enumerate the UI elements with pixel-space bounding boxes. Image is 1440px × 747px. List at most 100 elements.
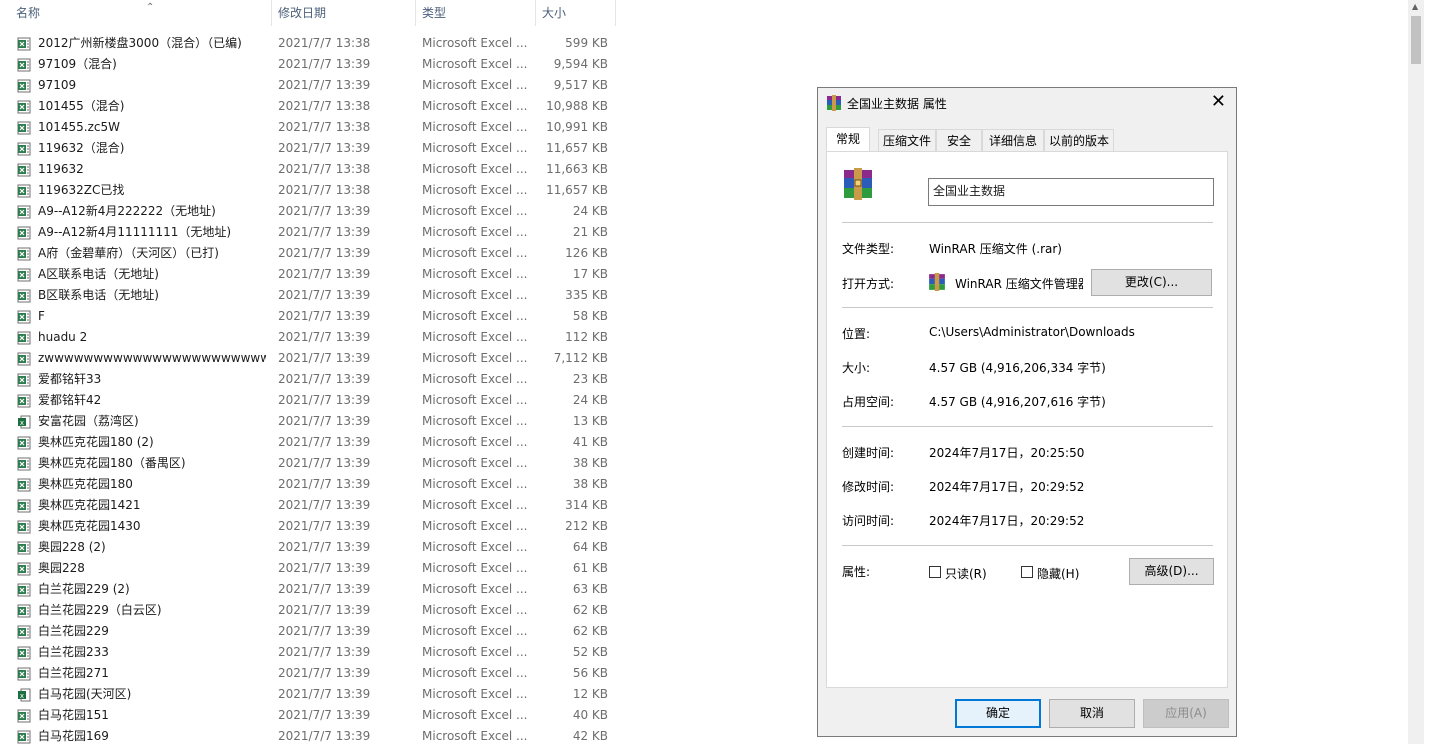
file-row[interactable]: A府（金碧華府）（天河区）（已打) 2021/7/7 13:39 Microsoft… <box>0 243 620 264</box>
tab-archive[interactable]: 压缩文件 <box>878 129 936 151</box>
file-row[interactable]: 奥林匹克花园1430 2021/7/7 13:39 Microsoft Excel … <box>0 516 620 537</box>
file-row[interactable]: 97109（混合) 2021/7/7 13:39 Microsoft Excel .… <box>0 54 620 75</box>
file-name: 119632 <box>38 162 84 176</box>
apply-button[interactable]: 应用(A) <box>1143 699 1229 728</box>
file-row[interactable]: 白兰花园271 2021/7/7 13:39 Microsoft Excel ...… <box>0 663 620 684</box>
file-date: 2021/7/7 13:39 <box>278 582 371 596</box>
excel-icon <box>17 37 31 51</box>
excel-icon <box>17 520 31 534</box>
file-name-field[interactable]: 全国业主数据 <box>928 178 1214 206</box>
change-button[interactable]: 更改(C)... <box>1091 269 1212 296</box>
location-value: C:\Users\Administrator\Downloads <box>929 325 1135 339</box>
file-row[interactable]: 奥园228 (2) 2021/7/7 13:39 Microsoft Excel .… <box>0 537 620 558</box>
file-size: 38 KB <box>572 477 608 491</box>
file-row[interactable]: 爱都铭轩42 2021/7/7 13:39 Microsoft Excel ... 2… <box>0 390 620 411</box>
file-row[interactable]: 奥林匹克花园1421 2021/7/7 13:39 Microsoft Excel … <box>0 495 620 516</box>
file-date: 2021/7/7 13:39 <box>278 372 371 386</box>
cancel-button[interactable]: 取消 <box>1049 699 1135 728</box>
readonly-checkbox[interactable] <box>929 566 941 578</box>
column-header-name[interactable]: 名称 ⌃ <box>10 0 272 26</box>
file-row[interactable]: 97109 2021/7/7 13:39 Microsoft Excel ... 9,… <box>0 75 620 96</box>
file-date: 2021/7/7 13:39 <box>278 456 371 470</box>
attributes-label: 属性: <box>842 565 871 579</box>
file-type: Microsoft Excel ... <box>422 57 528 71</box>
file-type: Microsoft Excel ... <box>422 708 528 722</box>
file-date: 2021/7/7 13:38 <box>278 120 371 134</box>
file-type: Microsoft Excel ... <box>422 624 528 638</box>
hidden-checkbox[interactable] <box>1021 566 1033 578</box>
tab-general-label: 常规 <box>835 132 860 146</box>
excel-icon <box>17 541 31 555</box>
file-row[interactable]: zwwwwwwwwwwwwwwwwwwwwwwwwwwww 2021/7/7 13… <box>0 348 620 369</box>
excel-icon <box>17 625 31 639</box>
file-row[interactable]: x 白马花园(天河区) 2021/7/7 13:39 Microsoft Excel … <box>0 684 620 705</box>
excel-icon <box>17 163 31 177</box>
file-row[interactable]: A区联系电话（无地址) 2021/7/7 13:39 Microsoft Excel… <box>0 264 620 285</box>
file-row[interactable]: x 安富花园（荔湾区) 2021/7/7 13:39 Microsoft Excel … <box>0 411 620 432</box>
ok-button[interactable]: 确定 <box>955 699 1041 728</box>
hidden-label[interactable]: 隐藏(H) <box>1037 565 1079 582</box>
file-row[interactable]: 白兰花园229 2021/7/7 13:39 Microsoft Excel ...… <box>0 621 620 642</box>
file-type: Microsoft Excel ... <box>422 372 528 386</box>
excel-icon <box>17 331 31 345</box>
scrollbar-thumb[interactable] <box>1411 16 1421 64</box>
svg-text:x: x <box>20 692 24 700</box>
file-name: 白兰花园229 <box>38 624 109 638</box>
file-type: Microsoft Excel ... <box>422 162 528 176</box>
file-row[interactable]: A9--A12新4月11111111（无地址) 2021/7/7 13:39 Mic… <box>0 222 620 243</box>
file-row[interactable]: F 2021/7/7 13:39 Microsoft Excel ... 58 KB <box>0 306 620 327</box>
file-type: Microsoft Excel ... <box>422 36 528 50</box>
file-row[interactable]: 119632（混合) 2021/7/7 13:39 Microsoft Excel … <box>0 138 620 159</box>
file-size: 126 KB <box>565 246 608 260</box>
file-type: Microsoft Excel ... <box>422 582 528 596</box>
scroll-up-icon[interactable]: ▲ <box>1412 2 1418 11</box>
file-size: 9,594 KB <box>553 57 608 71</box>
file-type: Microsoft Excel ... <box>422 246 528 260</box>
column-header-size[interactable]: 大小 <box>536 0 616 26</box>
readonly-label[interactable]: 只读(R) <box>945 565 987 582</box>
file-date: 2021/7/7 13:39 <box>278 624 371 638</box>
tab-general[interactable]: 常规 <box>826 127 870 152</box>
column-header-date[interactable]: 修改日期 <box>272 0 416 26</box>
excel-icon <box>17 583 31 597</box>
file-row[interactable]: A9--A12新4月222222（无地址) 2021/7/7 13:39 Micro… <box>0 201 620 222</box>
file-row[interactable]: 119632 2021/7/7 13:38 Microsoft Excel ... 1… <box>0 159 620 180</box>
file-row[interactable]: 白兰花园233 2021/7/7 13:39 Microsoft Excel ...… <box>0 642 620 663</box>
file-row[interactable]: 101455（混合) 2021/7/7 13:38 Microsoft Excel … <box>0 96 620 117</box>
file-name: 101455.zc5W <box>38 120 121 134</box>
dialog-title: 全国业主数据 属性 <box>847 97 947 111</box>
divider <box>842 222 1213 223</box>
file-size: 13 KB <box>572 414 608 428</box>
advanced-button[interactable]: 高级(D)... <box>1129 558 1214 585</box>
file-row[interactable]: 119632ZC已找 2021/7/7 13:38 Microsoft Excel … <box>0 180 620 201</box>
winrar-archive-icon <box>844 168 872 200</box>
winrar-icon <box>827 95 841 111</box>
file-row[interactable]: 白兰花园229（白云区) 2021/7/7 13:39 Microsoft Exce… <box>0 600 620 621</box>
file-row[interactable]: 奥园228 2021/7/7 13:39 Microsoft Excel ... 61… <box>0 558 620 579</box>
tab-previous-versions[interactable]: 以前的版本 <box>1044 129 1114 151</box>
excel-icon <box>17 457 31 471</box>
file-type: Microsoft Excel ... <box>422 666 528 680</box>
file-row[interactable]: 101455.zc5W 2021/7/7 13:38 Microsoft Excel… <box>0 117 620 138</box>
close-icon[interactable]: ✕ <box>1211 91 1226 113</box>
file-row[interactable]: huadu 2 2021/7/7 13:39 Microsoft Excel ...… <box>0 327 620 348</box>
file-date: 2021/7/7 13:39 <box>278 246 371 260</box>
tab-details[interactable]: 详细信息 <box>982 129 1044 151</box>
file-row[interactable]: 爱都铭轩33 2021/7/7 13:39 Microsoft Excel ... 2… <box>0 369 620 390</box>
file-row[interactable]: 2012广州新楼盘3000（混合）（已编) 2021/7/7 13:38 Micro… <box>0 33 620 54</box>
file-date: 2021/7/7 13:39 <box>278 498 371 512</box>
vertical-scrollbar[interactable]: ▲ <box>1408 0 1424 744</box>
divider <box>842 426 1213 427</box>
file-row[interactable]: 白马花园151 2021/7/7 13:39 Microsoft Excel ...… <box>0 705 620 726</box>
file-type: Microsoft Excel ... <box>422 393 528 407</box>
file-row[interactable]: 奥林匹克花园180（番禺区) 2021/7/7 13:39 Microsoft Ex… <box>0 453 620 474</box>
file-date: 2021/7/7 13:39 <box>278 645 371 659</box>
file-row[interactable]: B区联系电话（无地址) 2021/7/7 13:39 Microsoft Excel… <box>0 285 620 306</box>
excel-icon <box>17 310 31 324</box>
tab-security[interactable]: 安全 <box>936 129 982 151</box>
file-row[interactable]: 白兰花园229 (2) 2021/7/7 13:39 Microsoft Excel… <box>0 579 620 600</box>
file-row[interactable]: 奥林匹克花园180 (2) 2021/7/7 13:39 Microsoft Exc… <box>0 432 620 453</box>
file-row[interactable]: 奥林匹克花园180 2021/7/7 13:39 Microsoft Excel .… <box>0 474 620 495</box>
created-label: 创建时间: <box>842 446 895 460</box>
column-header-type[interactable]: 类型 <box>416 0 536 26</box>
